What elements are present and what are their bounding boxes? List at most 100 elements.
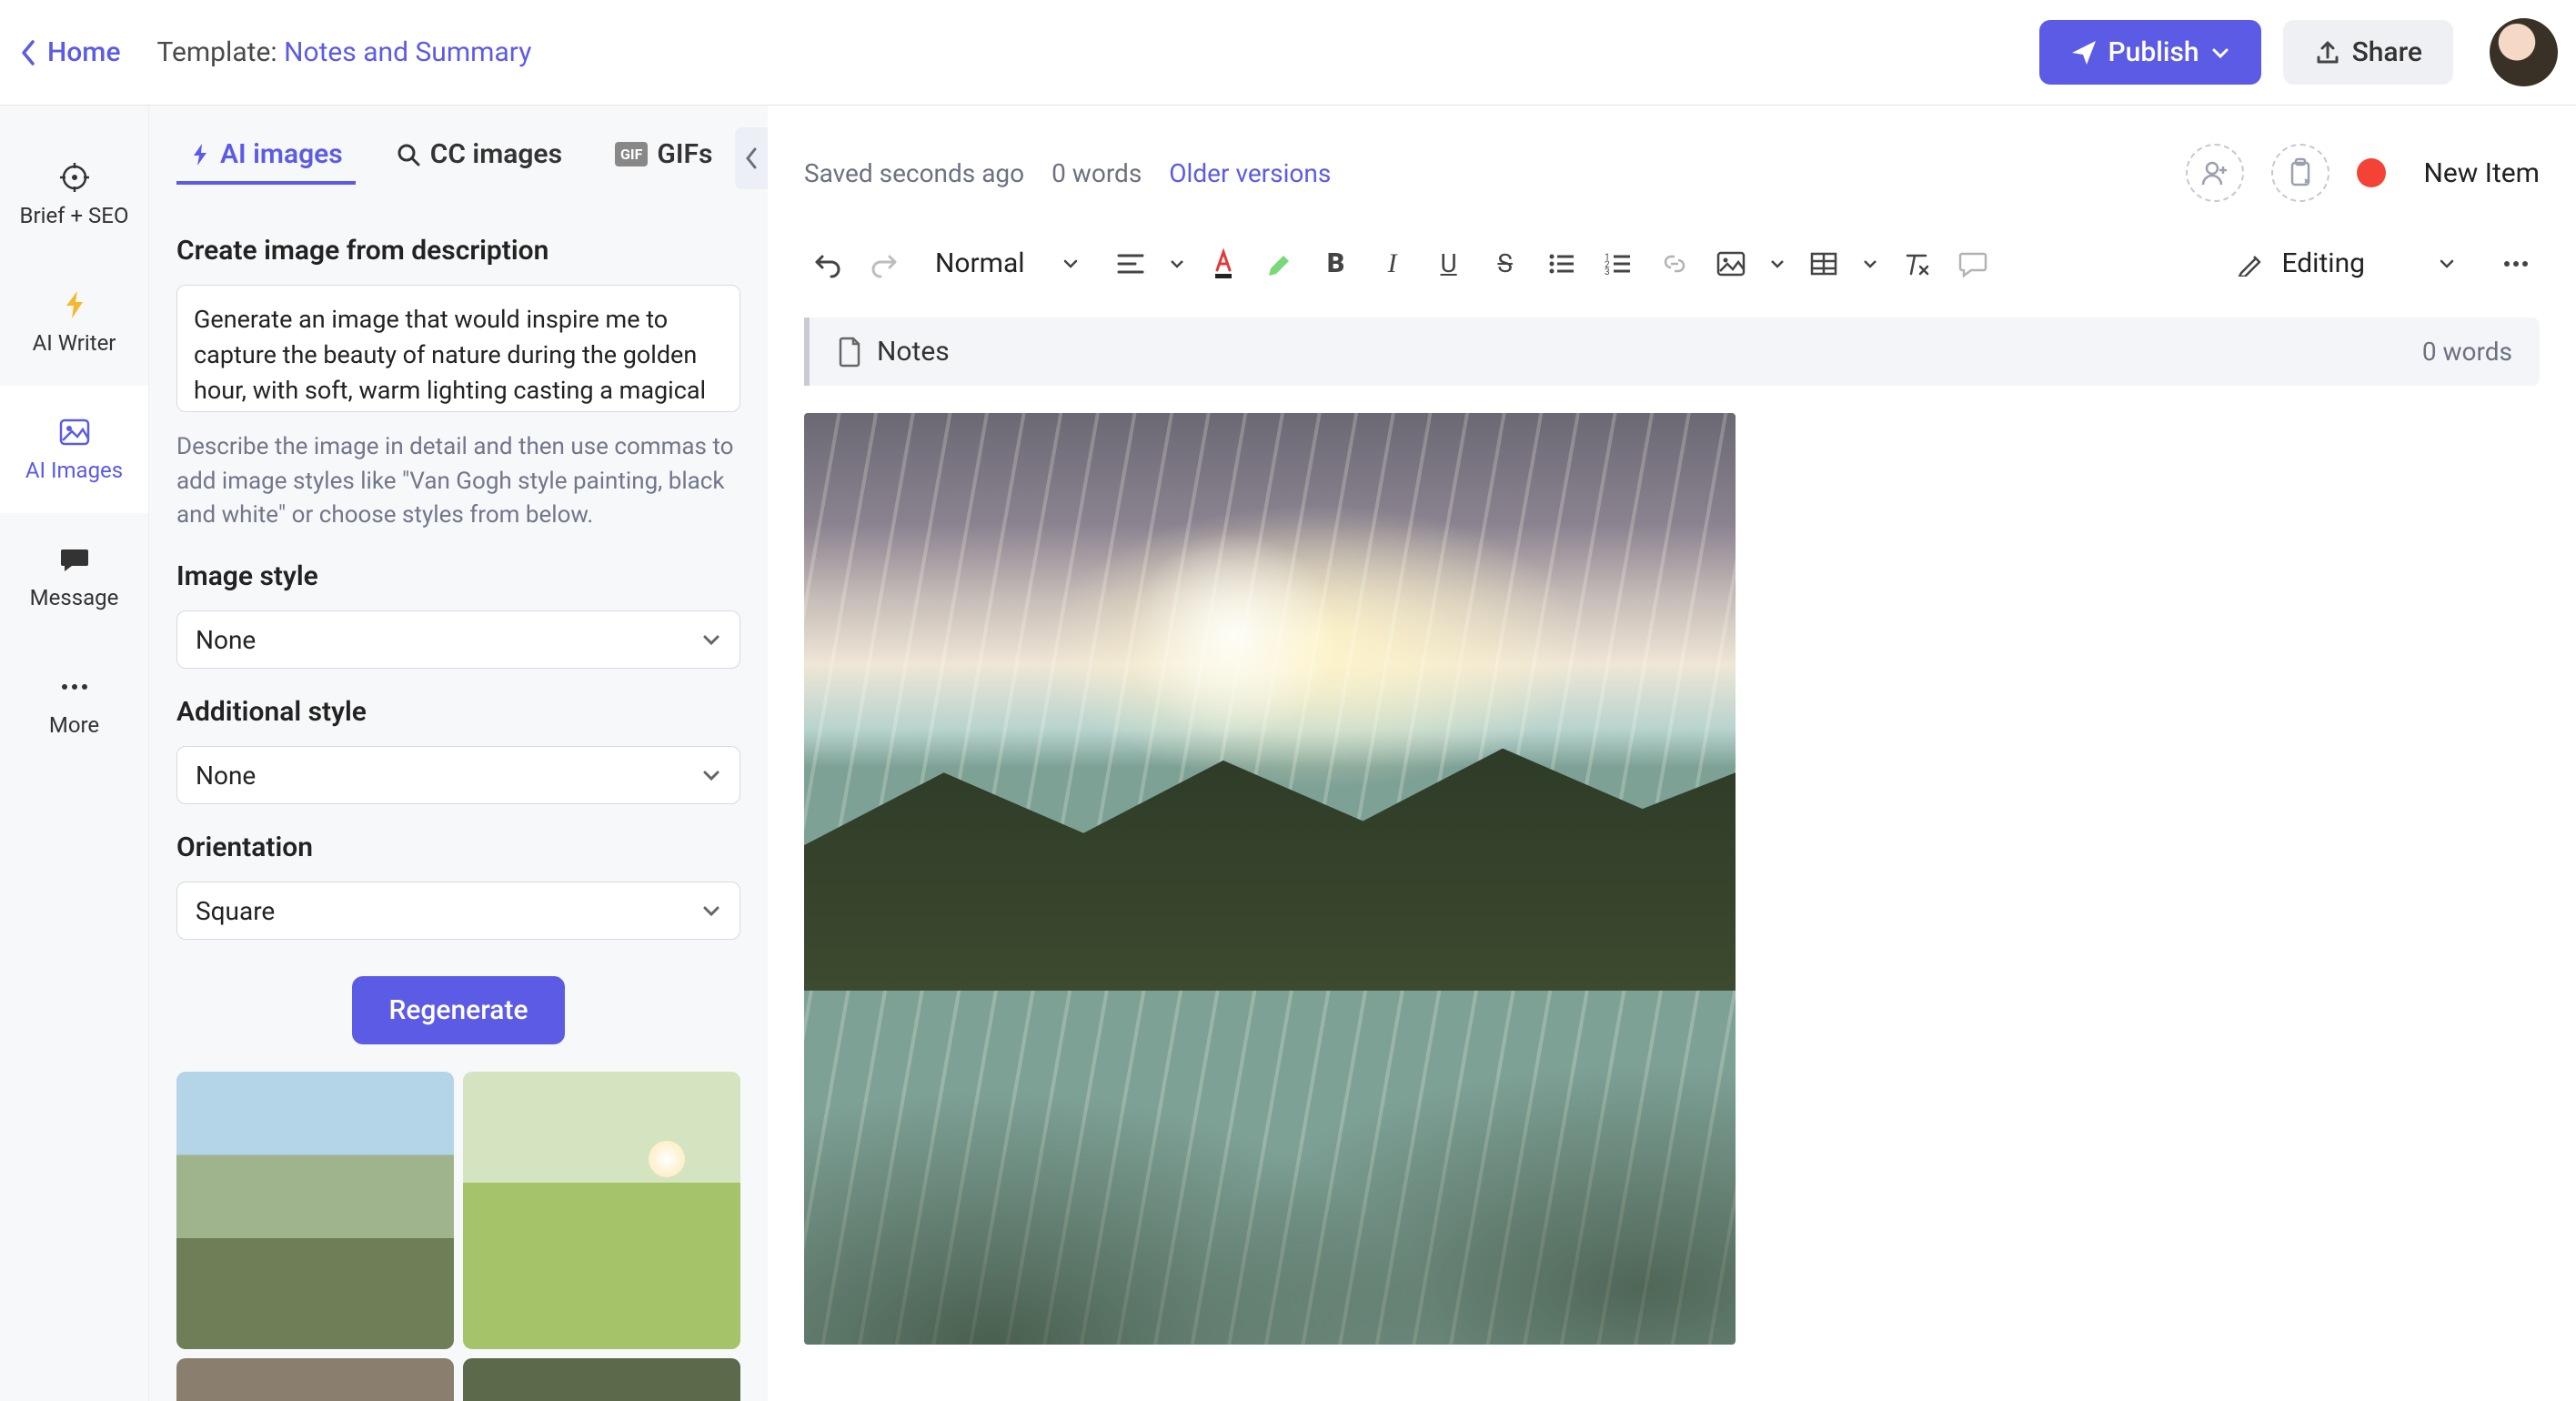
additional-style-select[interactable]: None (176, 746, 740, 804)
chevron-down-icon (701, 901, 721, 921)
strip-item-more[interactable]: More (0, 640, 148, 768)
strip-item-ai-writer[interactable]: AI Writer (0, 258, 148, 386)
undo-button[interactable] (804, 240, 851, 287)
publish-button[interactable]: Publish (2039, 20, 2261, 85)
editor-toolbar: Normal B I U S 123 Editing (804, 229, 2540, 317)
message-icon (58, 543, 91, 576)
user-plus-icon (2199, 157, 2230, 188)
mode-label: Editing (2281, 247, 2365, 279)
text-color-button[interactable] (1200, 240, 1247, 287)
thumbnail-image[interactable] (176, 1358, 454, 1401)
additional-style-label: Additional style (176, 696, 740, 728)
chevron-down-icon (1062, 255, 1080, 273)
status-dot (2357, 158, 2386, 187)
chevron-left-icon (743, 146, 760, 170)
search-icon (396, 142, 421, 167)
thumbnail-image[interactable] (463, 1358, 740, 1401)
text-color-icon (1210, 248, 1237, 279)
paragraph-style-select[interactable]: Normal (917, 247, 1098, 279)
strip-item-ai-images[interactable]: AI Images (0, 386, 148, 513)
link-icon (1660, 249, 1689, 278)
home-link[interactable]: Home (18, 36, 121, 68)
image-panel: AI images CC images GIF GIFs Create imag… (149, 106, 768, 1401)
prompt-section-label: Create image from description (176, 235, 740, 267)
editing-mode-select[interactable]: Editing (2210, 237, 2483, 290)
prompt-input[interactable] (176, 285, 740, 412)
left-nav-strip: Brief + SEO AI Writer AI Images Message … (0, 106, 149, 1401)
svg-text:3: 3 (1605, 267, 1610, 276)
chevron-down-icon (2438, 255, 2456, 273)
image-style-select[interactable]: None (176, 610, 740, 669)
comment-icon (1958, 250, 1987, 277)
image-icon (1716, 251, 1746, 277)
bullet-list-icon (1548, 252, 1575, 276)
highlight-button[interactable] (1256, 240, 1303, 287)
undo-icon (813, 249, 842, 278)
comment-button[interactable] (1949, 240, 1997, 287)
chevron-down-icon (1769, 256, 1786, 272)
gif-icon: GIF (615, 142, 648, 166)
add-collaborator-button[interactable] (2186, 144, 2244, 202)
image-style-value: None (196, 625, 256, 655)
align-button[interactable] (1107, 240, 1154, 287)
redo-button[interactable] (860, 240, 908, 287)
bullet-list-button[interactable] (1538, 240, 1585, 287)
align-dropdown[interactable] (1163, 240, 1191, 287)
italic-button[interactable]: I (1369, 240, 1416, 287)
older-versions-link[interactable]: Older versions (1169, 158, 1331, 188)
underline-button[interactable]: U (1425, 240, 1473, 287)
tab-label: GIFs (657, 138, 712, 170)
style-value: Normal (935, 247, 1025, 279)
tab-gifs[interactable]: GIF GIFs (602, 127, 725, 185)
strip-label: AI Writer (33, 330, 116, 356)
paste-button[interactable] (2271, 144, 2329, 202)
strip-item-message[interactable]: Message (0, 513, 148, 640)
dots-icon (58, 670, 91, 703)
panel-collapse-button[interactable] (735, 127, 768, 189)
thumbnail-image[interactable] (176, 1072, 454, 1349)
template-name-link[interactable]: Notes and Summary (284, 36, 531, 68)
pencil-icon (2238, 251, 2263, 277)
orientation-label: Orientation (176, 832, 740, 863)
strip-label: More (49, 712, 99, 738)
home-label: Home (47, 36, 121, 68)
clear-format-button[interactable] (1893, 240, 1940, 287)
tab-cc-images[interactable]: CC images (383, 127, 575, 185)
upload-icon (2314, 39, 2341, 66)
link-button[interactable] (1651, 240, 1698, 287)
share-button[interactable]: Share (2283, 20, 2453, 85)
share-label: Share (2352, 36, 2422, 68)
avatar[interactable] (2490, 18, 2558, 86)
bold-button[interactable]: B (1313, 240, 1360, 287)
table-button[interactable] (1800, 240, 1847, 287)
table-icon (1810, 252, 1837, 276)
image-style-label: Image style (176, 560, 740, 592)
thumbnail-image[interactable] (463, 1072, 740, 1349)
chevron-down-icon (1169, 256, 1185, 272)
generated-thumbnails (176, 1072, 740, 1401)
dots-icon (2503, 260, 2529, 267)
highlight-icon (1265, 250, 1294, 277)
more-toolbar-button[interactable] (2492, 240, 2540, 287)
additional-style-value: None (196, 761, 256, 791)
image-insert-button[interactable] (1707, 240, 1755, 287)
align-left-icon (1117, 252, 1144, 276)
image-dropdown[interactable] (1764, 240, 1791, 287)
saved-status: Saved seconds ago (804, 158, 1024, 188)
table-dropdown[interactable] (1857, 240, 1884, 287)
orientation-select[interactable]: Square (176, 882, 740, 940)
inserted-image[interactable] (804, 413, 1736, 1345)
notes-label: Notes (877, 336, 950, 368)
new-item-label: New Item (2424, 157, 2541, 189)
strip-item-brief-seo[interactable]: Brief + SEO (0, 131, 148, 258)
prompt-help-text: Describe the image in detail and then us… (176, 430, 740, 533)
publish-label: Publish (2108, 36, 2199, 68)
numbered-list-button[interactable]: 123 (1595, 240, 1642, 287)
notes-block[interactable]: Notes 0 words (804, 317, 2540, 386)
tab-ai-images[interactable]: AI images (176, 127, 356, 185)
chevron-down-icon (2210, 43, 2230, 63)
strikethrough-button[interactable]: S (1482, 240, 1529, 287)
header-word-count: 0 words (1052, 158, 1142, 188)
bolt-icon (189, 142, 211, 167)
regenerate-button[interactable]: Regenerate (352, 976, 564, 1044)
